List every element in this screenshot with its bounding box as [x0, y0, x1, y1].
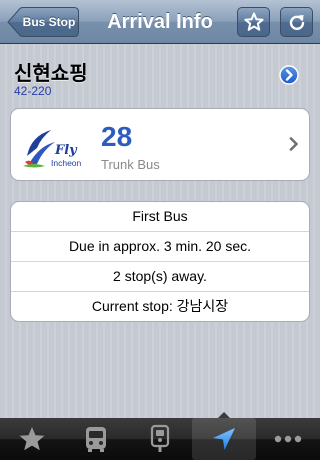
arrival-row-stops: 2 stop(s) away.: [11, 261, 309, 291]
disclosure-icon: [279, 65, 299, 85]
arrival-row-current-stop: Current stop: 강남시장: [11, 291, 309, 321]
chevron-right-icon: [289, 137, 298, 151]
arrival-info-table: First Bus Due in approx. 3 min. 20 sec. …: [10, 201, 310, 322]
fly-incheon-logo-graphic: Fly Incheon: [23, 130, 82, 168]
stop-code: 42-220: [14, 84, 52, 98]
stop-detail-button[interactable]: [279, 65, 299, 85]
bus-number: 28: [101, 121, 133, 152]
tab-favorites[interactable]: [0, 418, 64, 460]
favorite-button[interactable]: [237, 7, 270, 37]
tab-bar: [0, 418, 320, 460]
navigation-bar: Arrival Info Bus Stop: [0, 0, 320, 44]
tab-bus[interactable]: [64, 418, 128, 460]
bus-route-cell[interactable]: Fly Incheon 28 Trunk Bus: [10, 108, 310, 181]
back-button-label: Bus Stop: [22, 15, 76, 29]
star-icon: [243, 12, 264, 31]
star-icon: [19, 427, 45, 451]
arrival-row-label: First Bus: [132, 208, 188, 224]
bus-icon: [86, 427, 106, 452]
logo-city-text: Incheon: [51, 158, 82, 168]
fly-incheon-logo: Fly Incheon: [21, 122, 93, 170]
tab-more[interactable]: [256, 418, 320, 460]
tab-nearby[interactable]: [192, 418, 256, 460]
logo-fly-text: Fly: [54, 143, 78, 158]
bus-chevron: [289, 137, 299, 156]
arrival-row-time: Due in approx. 3 min. 20 sec.: [11, 231, 309, 261]
bus-type: Trunk Bus: [101, 157, 160, 172]
more-icon: [274, 435, 302, 443]
back-button[interactable]: Bus Stop: [7, 7, 79, 37]
bus-stop-icon: [150, 424, 170, 452]
refresh-icon: [289, 15, 304, 30]
tab-bus-stop[interactable]: [128, 418, 192, 460]
refresh-button[interactable]: [280, 7, 313, 37]
location-arrow-icon: [213, 428, 235, 450]
stop-name: 신현쇼핑: [14, 63, 88, 85]
